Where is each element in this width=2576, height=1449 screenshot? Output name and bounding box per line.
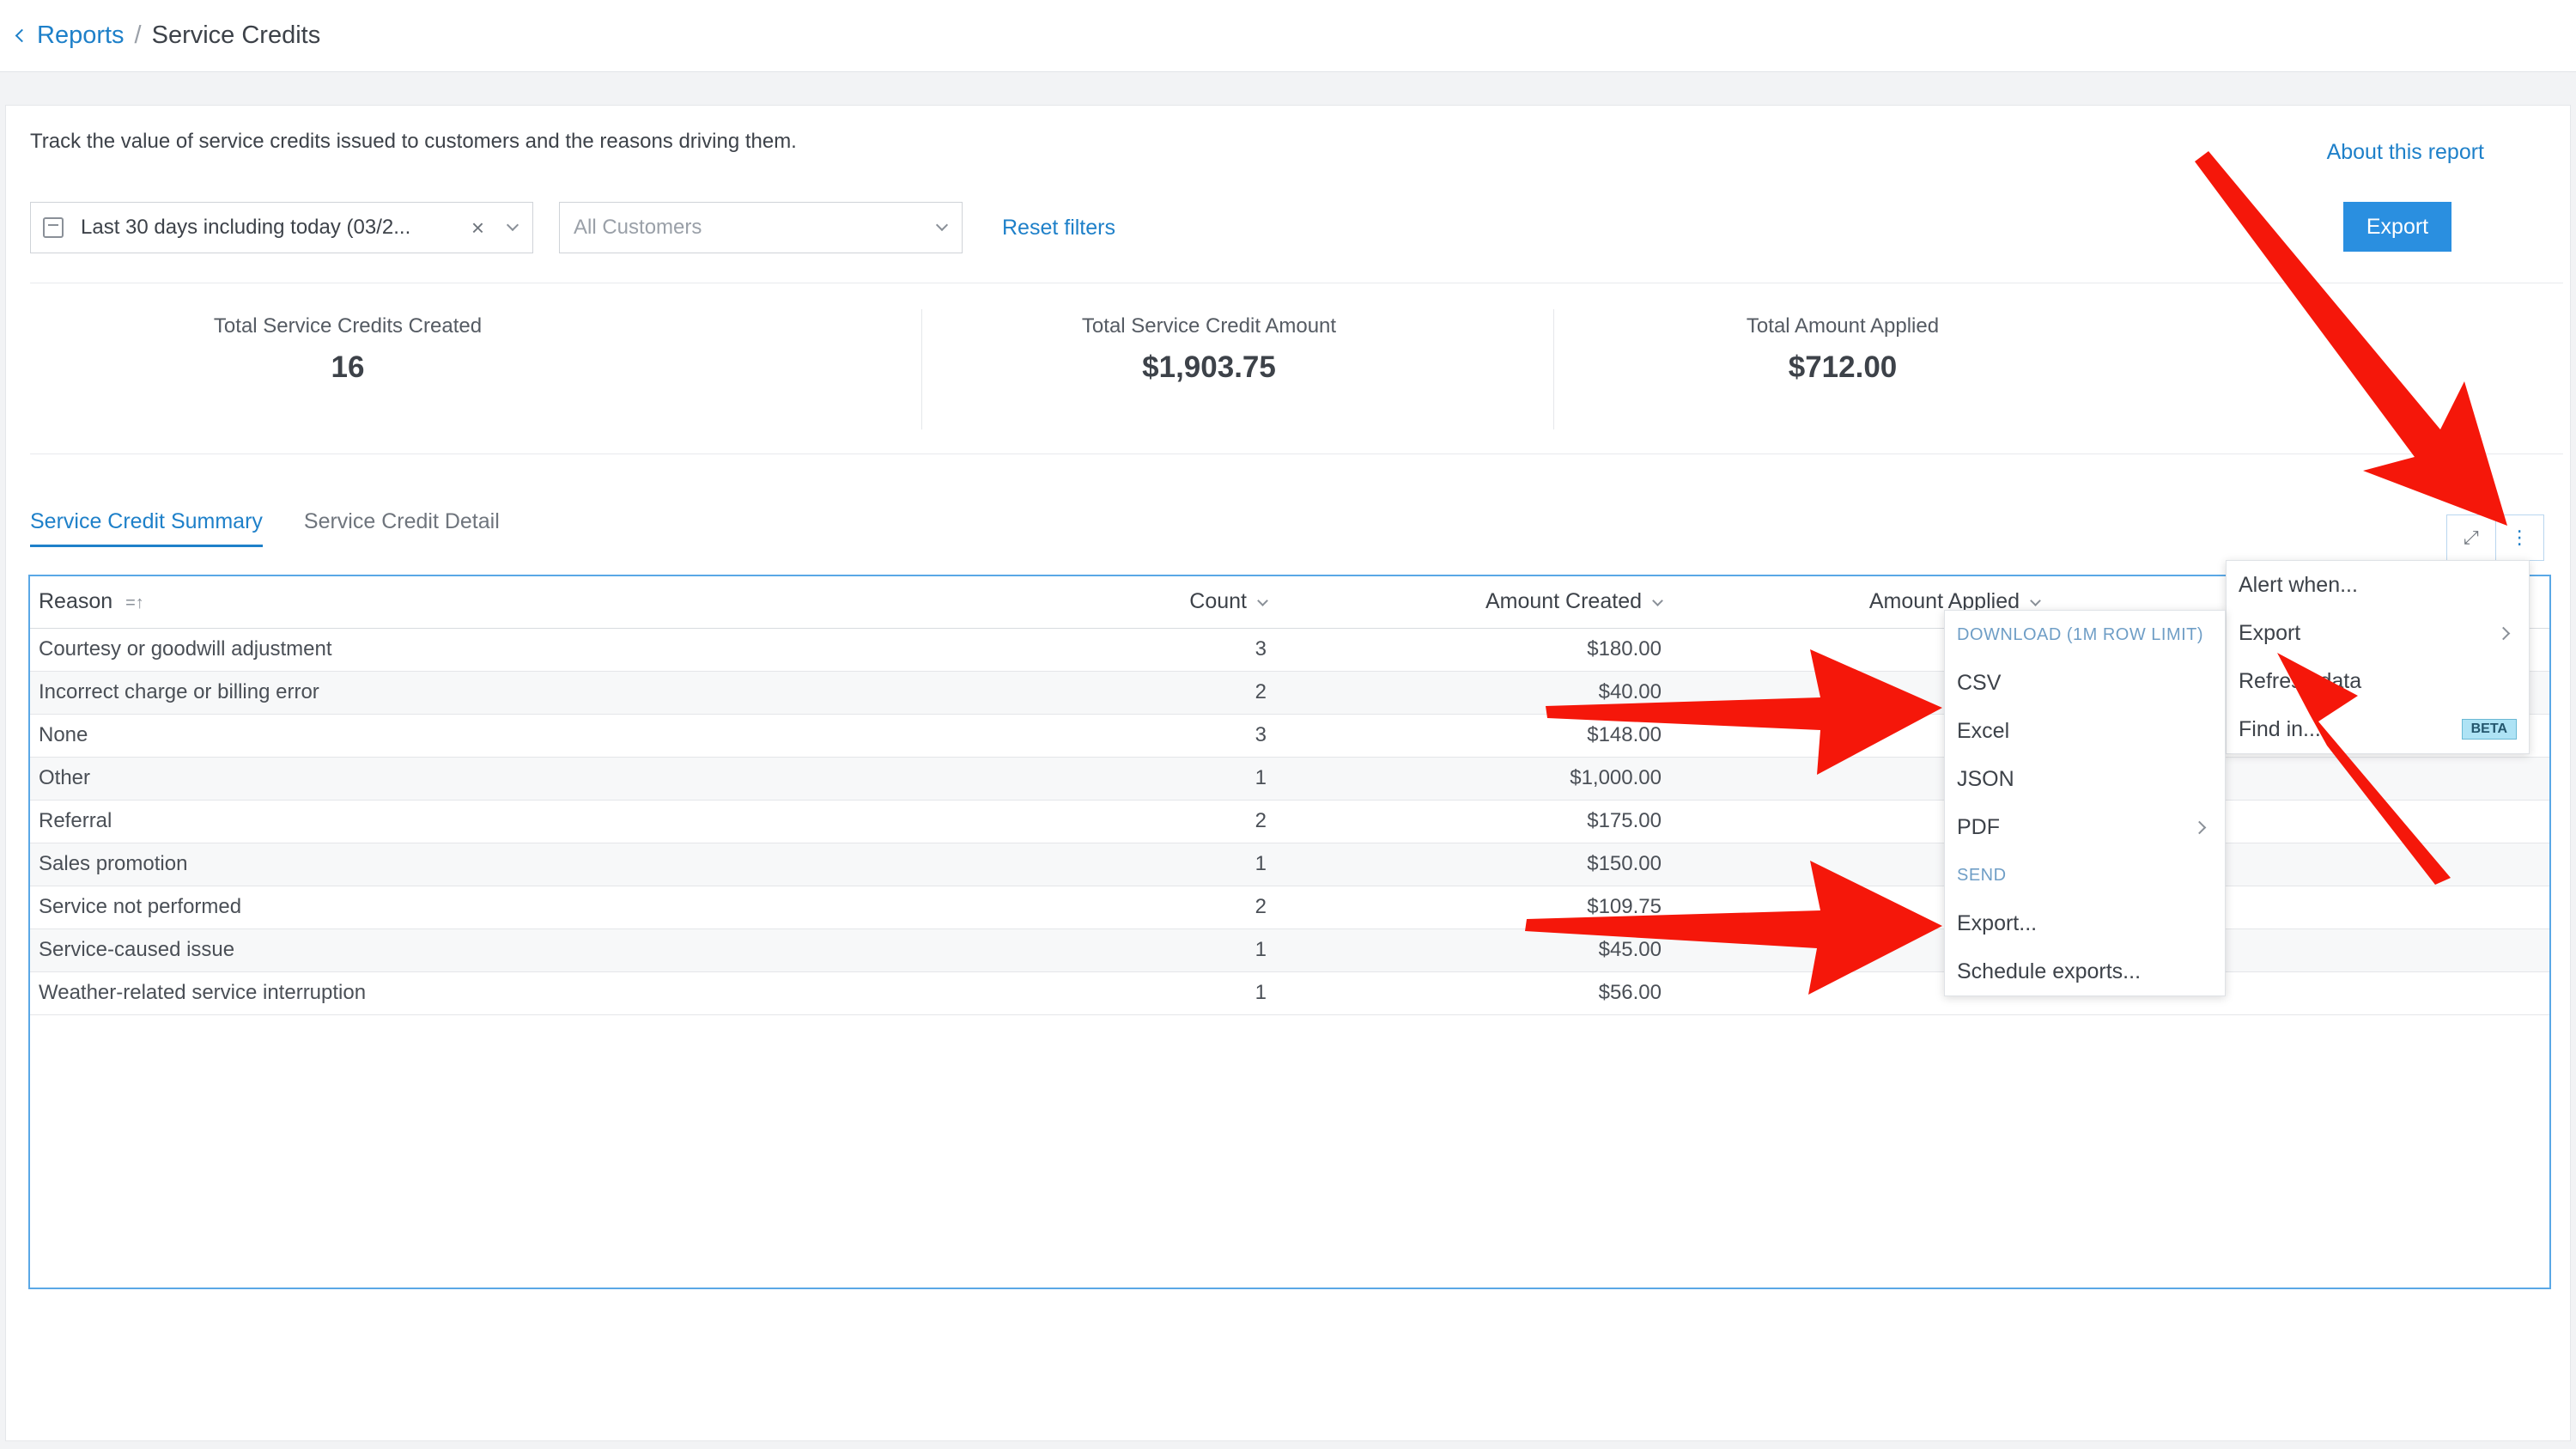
calendar-icon (43, 217, 64, 238)
menu-item-alert-when[interactable]: Alert when... (2227, 561, 2529, 609)
cell-reason: Courtesy or goodwill adjustment (30, 628, 614, 672)
tab-service-credit-summary[interactable]: Service Credit Summary (30, 509, 263, 547)
more-options-menu: Alert when... Export Refresh data Find i… (2226, 560, 2530, 754)
kpi-amount-applied: Total Amount Applied $712.00 (1525, 314, 2160, 385)
kpi-label: Total Service Credits Created (213, 314, 483, 338)
cell-amount-created: $1,000.00 (1275, 757, 1670, 801)
report-description: Track the value of service credits issue… (30, 130, 797, 153)
column-header-reason[interactable]: Reason =↑ (30, 576, 614, 629)
cell-count: 1 (614, 757, 1275, 801)
menu-item-refresh-data[interactable]: Refresh data (2227, 657, 2529, 705)
kpi-credits-created: Total Service Credits Created 16 (30, 314, 665, 385)
breadcrumb-separator: / (134, 21, 142, 49)
menu-item-label: Export (2239, 620, 2301, 645)
table-toolbar: ⤢ ⋮ (2446, 514, 2544, 561)
cell-count: 2 (614, 671, 1275, 715)
cell-amount-created: $40.00 (1275, 671, 1670, 715)
menu-item-export-send[interactable]: Export... (1945, 899, 2225, 947)
more-vertical-icon[interactable]: ⋮ (2494, 515, 2544, 560)
menu-item-excel[interactable]: Excel (1945, 707, 2225, 755)
customers-placeholder: All Customers (574, 216, 702, 239)
export-button[interactable]: Export (2343, 202, 2451, 252)
download-section-header: DOWNLOAD (1M ROW LIMIT) (1957, 624, 2204, 644)
cell-amount-created: $175.00 (1275, 800, 1670, 843)
cell-count: 2 (614, 800, 1275, 843)
chevron-down-icon (506, 218, 519, 232)
cell-reason: Referral (30, 800, 614, 843)
date-range-value: Last 30 days including today (03/2... (81, 216, 411, 239)
breadcrumb-parent[interactable]: Reports (37, 21, 125, 50)
export-submenu: DOWNLOAD (1M ROW LIMIT) CSV Excel JSON P… (1944, 610, 2226, 996)
sort-icon: =↑ (125, 594, 144, 613)
cell-count: 2 (614, 886, 1275, 929)
column-header-count[interactable]: Count (614, 576, 1275, 629)
cell-amount-created: $56.00 (1275, 971, 1670, 1015)
menu-item-label: PDF (1957, 814, 2000, 839)
column-label: Amount Created (1485, 589, 1642, 614)
customers-filter[interactable]: All Customers (559, 202, 963, 253)
menu-item-schedule-exports[interactable]: Schedule exports... (1945, 947, 2225, 995)
menu-item-csv[interactable]: CSV (1945, 659, 2225, 707)
breadcrumb-back-link[interactable]: Reports (15, 21, 125, 50)
menu-item-pdf[interactable]: PDF (1945, 803, 2225, 851)
chevron-right-icon (2496, 626, 2511, 640)
kpi-credit-amount: Total Service Credit Amount $1,903.75 (891, 314, 1527, 385)
menu-item-find-in[interactable]: Find in... BETA (2227, 705, 2529, 753)
kpi-value: $1,903.75 (1142, 350, 1276, 384)
date-range-filter[interactable]: Last 30 days including today (03/2... × (30, 202, 533, 253)
menu-item-json[interactable]: JSON (1945, 755, 2225, 803)
column-label: Count (1189, 589, 1247, 614)
report-tabs: Service Credit Summary Service Credit De… (30, 509, 500, 547)
send-section-header: SEND (1957, 865, 2007, 885)
chevron-down-icon (2030, 595, 2041, 607)
top-bar: Reports / Service Credits (0, 0, 2576, 72)
cell-amount-created: $180.00 (1275, 628, 1670, 672)
chevron-down-icon (1652, 595, 1663, 607)
breadcrumb-current: Service Credits (151, 21, 321, 49)
cell-amount-created: $148.00 (1275, 714, 1670, 758)
kpi-label: Total Service Credit Amount (1081, 314, 1337, 338)
cell-count: 3 (614, 628, 1275, 672)
cell-count: 1 (614, 843, 1275, 886)
cell-reason: Service not performed (30, 886, 614, 929)
kpi-value: $712.00 (1788, 350, 1898, 384)
beta-badge: BETA (2461, 719, 2517, 740)
cell-reason: Weather-related service interruption (30, 971, 614, 1015)
reset-filters-link[interactable]: Reset filters (1002, 216, 1115, 240)
menu-item-label: Find in... (2239, 716, 2321, 741)
about-report-link[interactable]: About this report (2327, 140, 2484, 165)
cell-amount-created: $150.00 (1275, 843, 1670, 886)
chevron-right-icon (2192, 820, 2207, 834)
cell-reason: Sales promotion (30, 843, 614, 886)
kpi-value: 16 (331, 350, 365, 384)
cell-amount-created: $109.75 (1275, 886, 1670, 929)
cell-count: 1 (614, 928, 1275, 972)
column-header-amount-created[interactable]: Amount Created (1275, 576, 1670, 629)
kpi-row: Total Service Credits Created 16 Total S… (30, 283, 2563, 454)
column-label: Reason (39, 589, 113, 614)
cell-reason: Other (30, 757, 614, 801)
chevron-down-icon (935, 218, 949, 232)
kpi-label: Total Amount Applied (1746, 314, 1940, 338)
expand-icon[interactable]: ⤢ (2447, 515, 2495, 560)
cell-reason: None (30, 714, 614, 758)
chevron-left-icon (15, 28, 29, 43)
chevron-down-icon (1257, 595, 1268, 607)
clear-icon[interactable]: × (471, 215, 484, 241)
cell-count: 1 (614, 971, 1275, 1015)
cell-reason: Incorrect charge or billing error (30, 671, 614, 715)
cell-reason: Service-caused issue (30, 928, 614, 972)
cell-amount-created: $45.00 (1275, 928, 1670, 972)
tab-service-credit-detail[interactable]: Service Credit Detail (304, 509, 500, 547)
cell-count: 3 (614, 714, 1275, 758)
menu-item-export[interactable]: Export (2227, 609, 2529, 657)
